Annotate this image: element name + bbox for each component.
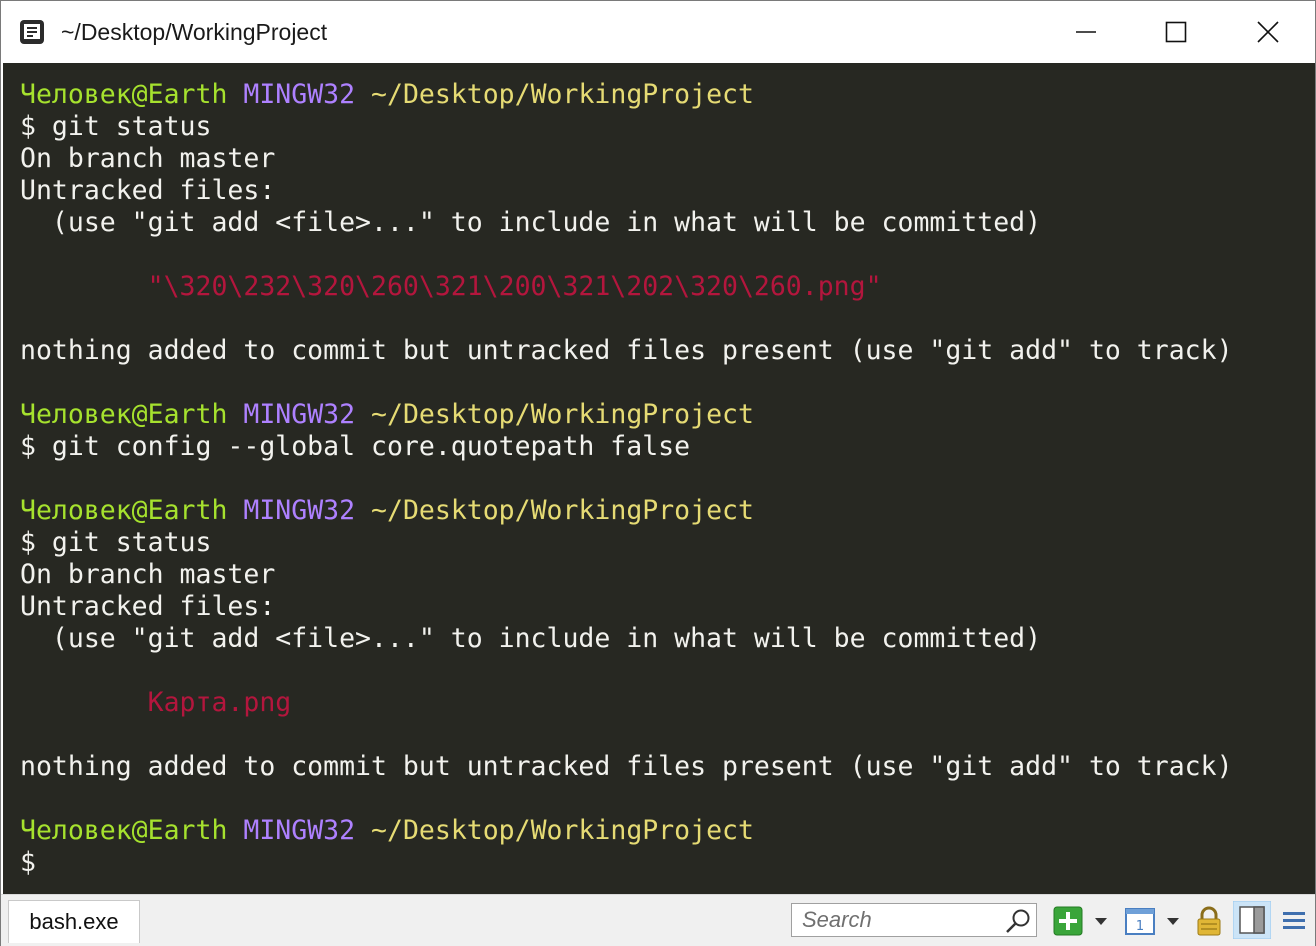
prompt-host: MINGW32 [243,399,356,430]
search-input[interactable] [792,904,1002,936]
status-bar: bash.exe 1 [1,894,1315,946]
output-line: On branch master [20,143,1315,175]
output-text: On branch master [20,559,276,590]
prompt-user: Человек@Earth [20,815,228,846]
prompt-host: MINGW32 [243,495,356,526]
new-console-icon[interactable] [1053,906,1083,936]
terminal-output[interactable]: Человек@Earth MINGW32 ~/Desktop/WorkingP… [3,63,1315,894]
untracked-file: "\320\232\320\260\321\200\321\202\320\26… [20,271,882,302]
output-text: (use "git add <file>..." to include in w… [20,207,1042,238]
console-list-icon[interactable]: 1 [1125,906,1155,936]
output-text: nothing added to commit but untracked fi… [20,335,1233,366]
prompt-line: Человек@Earth MINGW32 ~/Desktop/WorkingP… [20,495,1315,527]
console-app-icon[interactable] [19,19,45,45]
output-line: $ git status [20,527,1315,559]
maximize-button[interactable] [1131,1,1221,63]
prompt-user: Человек@Earth [20,79,228,110]
output-text: $ git config --global core.quotepath fal… [20,431,691,462]
prompt-host: MINGW32 [243,79,356,110]
window-title: ~/Desktop/WorkingProject [61,19,328,45]
untracked-file-line: Карта.png [20,687,1315,719]
prompt-line: Человек@Earth MINGW32 ~/Desktop/WorkingP… [20,399,1315,431]
maximize-icon [1165,21,1187,43]
lock-icon[interactable] [1195,906,1223,936]
output-text: $ git status [20,527,212,558]
menu-icon[interactable] [1281,906,1307,936]
output-line: Untracked files: [20,175,1315,207]
split-view-icon[interactable] [1233,901,1271,939]
output-text: (use "git add <file>..." to include in w… [20,623,1042,654]
output-text: On branch master [20,143,276,174]
output-line: $ [20,847,1315,879]
prompt-host: MINGW32 [243,815,356,846]
output-line: nothing added to commit but untracked fi… [20,751,1315,783]
output-line: (use "git add <file>..." to include in w… [20,207,1315,239]
terminal-text[interactable]: Человек@Earth MINGW32 ~/Desktop/WorkingP… [3,63,1315,879]
console-window: ~/Desktop/WorkingProject Человек@Earth M… [0,0,1316,946]
output-text: nothing added to commit but untracked fi… [20,751,1233,782]
minimize-button[interactable] [1041,1,1131,63]
search-icon[interactable] [1004,907,1032,935]
prompt-user: Человек@Earth [20,399,228,430]
title-bar[interactable]: ~/Desktop/WorkingProject [1,1,1315,63]
minimize-icon [1076,31,1096,33]
prompt-line: Человек@Earth MINGW32 ~/Desktop/WorkingP… [20,79,1315,111]
dropdown-icon[interactable] [1093,906,1109,936]
console-tab[interactable]: bash.exe [8,900,140,943]
output-line: Untracked files: [20,591,1315,623]
prompt-path: ~/Desktop/WorkingProject [371,495,754,526]
output-line: On branch master [20,559,1315,591]
output-line: nothing added to commit but untracked fi… [20,335,1315,367]
output-text: $ git status [20,111,212,142]
prompt-user: Человек@Earth [20,495,228,526]
close-icon [1257,21,1279,43]
svg-text:1: 1 [1136,919,1144,934]
search-field[interactable] [791,903,1037,937]
output-line: (use "git add <file>..." to include in w… [20,623,1315,655]
untracked-file-line: "\320\232\320\260\321\200\321\202\320\26… [20,271,1315,303]
dropdown-icon[interactable] [1165,906,1181,936]
untracked-file: Карта.png [20,687,292,718]
output-line: $ git config --global core.quotepath fal… [20,431,1315,463]
prompt-path: ~/Desktop/WorkingProject [371,399,754,430]
output-text: Untracked files: [20,175,276,206]
close-button[interactable] [1223,1,1313,63]
prompt-line: Человек@Earth MINGW32 ~/Desktop/WorkingP… [20,815,1315,847]
output-text: Untracked files: [20,591,276,622]
output-text: $ [20,847,36,878]
prompt-path: ~/Desktop/WorkingProject [371,79,754,110]
output-line: $ git status [20,111,1315,143]
prompt-path: ~/Desktop/WorkingProject [371,815,754,846]
